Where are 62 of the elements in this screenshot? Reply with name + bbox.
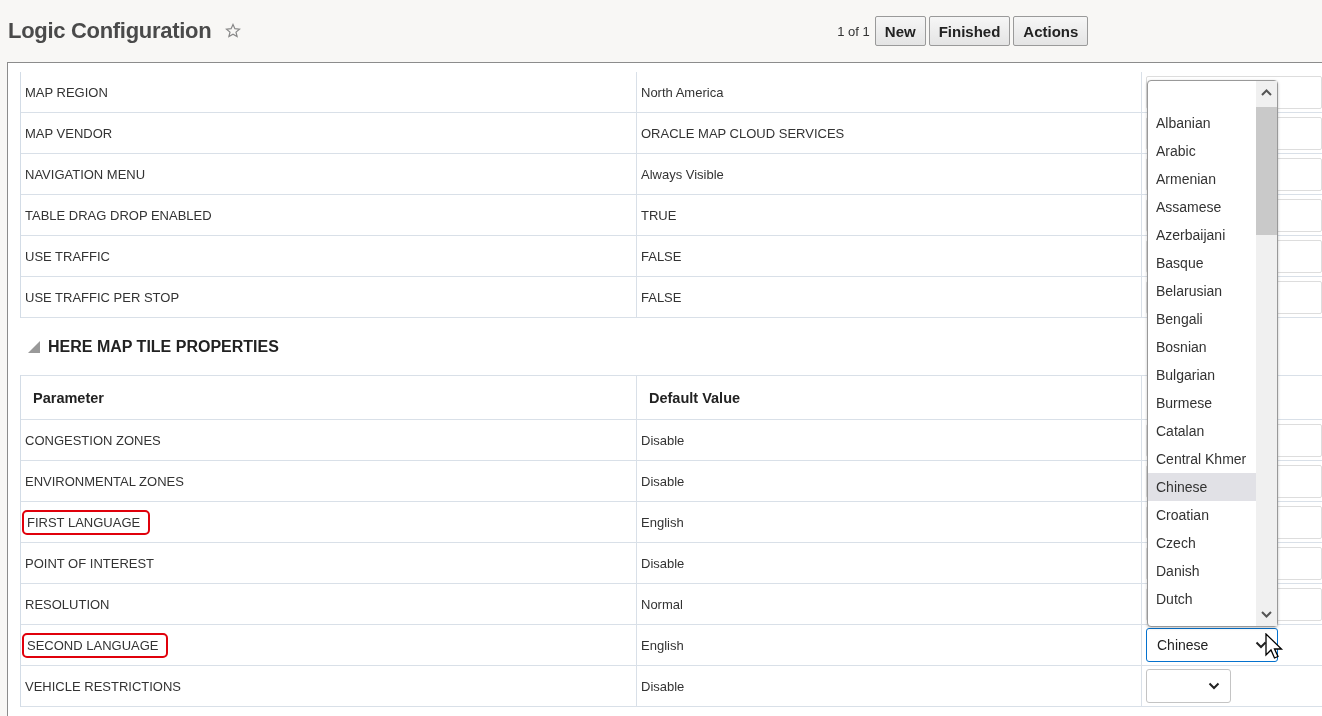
parameter-cell: MAP VENDOR: [21, 113, 637, 154]
star-icon[interactable]: [225, 23, 242, 39]
list-option[interactable]: Belarusian: [1148, 277, 1256, 305]
parameter-cell: VEHICLE RESTRICTIONS: [25, 678, 182, 694]
column-header: Default Value: [637, 375, 1142, 420]
list-option[interactable]: Basque: [1148, 249, 1256, 277]
value-cell: Disable: [637, 666, 1142, 707]
scroll-up-icon[interactable]: [1261, 89, 1272, 96]
scroll-down-icon[interactable]: [1261, 611, 1272, 618]
select-field[interactable]: Chinese: [1146, 628, 1278, 662]
list-option[interactable]: Albanian: [1148, 109, 1256, 137]
parameter-cell: POINT OF INTEREST: [25, 555, 155, 571]
value-cell: English: [637, 502, 1142, 543]
parameter-cell: MAP REGION: [21, 72, 637, 113]
list-option[interactable]: Armenian: [1148, 165, 1256, 193]
scrollbar[interactable]: [1256, 81, 1277, 626]
list-option[interactable]: Bosnian: [1148, 333, 1256, 361]
select-field[interactable]: [1146, 669, 1231, 703]
value-cell: Disable: [637, 543, 1142, 584]
value-cell: North America: [637, 72, 1142, 113]
list-option[interactable]: Bulgarian: [1148, 361, 1256, 389]
list-option[interactable]: Azerbaijani: [1148, 221, 1256, 249]
list-option[interactable]: Chinese: [1148, 473, 1256, 501]
list-option[interactable]: Catalan: [1148, 417, 1256, 445]
list-option[interactable]: Dutch: [1148, 585, 1256, 613]
toolbar-button[interactable]: Finished: [928, 16, 1011, 46]
list-option[interactable]: Bengali: [1148, 305, 1256, 333]
section-title: HERE MAP TILE PROPERTIES: [48, 337, 279, 356]
caret-icon: [1255, 641, 1267, 649]
list-option[interactable]: Burmese: [1148, 389, 1256, 417]
parameter-cell: TABLE DRAG DROP ENABLED: [21, 195, 637, 236]
parameter-cell: NAVIGATION MENU: [21, 154, 637, 195]
parameter-cell: CONGESTION ZONES: [25, 432, 161, 448]
value-cell: Normal: [637, 584, 1142, 625]
record-counter: 1 of 1: [837, 23, 870, 39]
scrollbar-thumb[interactable]: [1256, 107, 1277, 235]
list-option[interactable]: Czech: [1148, 529, 1256, 557]
page-title: Logic Configuration: [8, 18, 212, 44]
list-option[interactable]: Arabic: [1148, 137, 1256, 165]
value-cell: Always Visible: [637, 154, 1142, 195]
parameter-cell: USE TRAFFIC PER STOP: [21, 277, 637, 318]
value-cell: FALSE: [637, 236, 1142, 277]
highlighted-parameter: SECOND LANGUAGE: [22, 632, 169, 658]
column-header: Parameter: [21, 375, 637, 420]
list-option[interactable]: Assamese: [1148, 193, 1256, 221]
parameter-cell: RESOLUTION: [25, 596, 110, 612]
value-cell: ORACLE MAP CLOUD SERVICES: [637, 113, 1142, 154]
toolbar-button[interactable]: New: [874, 16, 926, 46]
value-cell: English: [637, 625, 1142, 666]
caret-icon: [1208, 682, 1220, 690]
list-option[interactable]: Croatian: [1148, 501, 1256, 529]
list-option[interactable]: Central Khmer: [1148, 445, 1256, 473]
value-cell: Disable: [637, 461, 1142, 502]
toolbar-button[interactable]: Actions: [1013, 16, 1089, 46]
value-cell: Disable: [637, 420, 1142, 461]
parameter-cell: USE TRAFFIC: [21, 236, 637, 277]
value-cell: FALSE: [637, 277, 1142, 318]
list-option[interactable]: Danish: [1148, 557, 1256, 585]
collapse-triangle-icon[interactable]: [28, 340, 40, 353]
parameter-cell: ENVIRONMENTAL ZONES: [25, 473, 184, 489]
highlighted-parameter: FIRST LANGUAGE: [22, 509, 151, 535]
value-cell: TRUE: [637, 195, 1142, 236]
